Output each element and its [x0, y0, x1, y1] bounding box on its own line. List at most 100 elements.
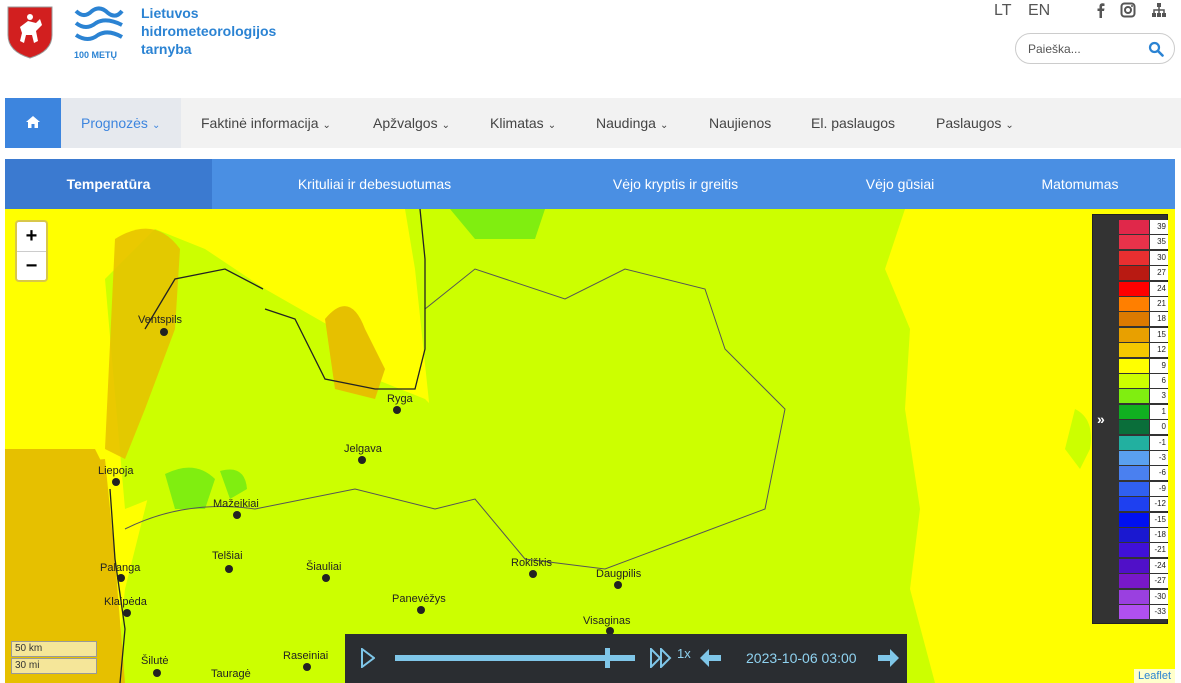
legend-value: -15 [1150, 512, 1168, 527]
legend-swatch [1119, 374, 1149, 388]
zoom-out-button[interactable]: − [17, 251, 46, 280]
site-brand[interactable]: Lietuvos hidrometeorologijos tarnyba [141, 4, 276, 58]
legend-swatch [1119, 497, 1149, 512]
legend-value: -12 [1150, 497, 1168, 512]
legend-value: 6 [1150, 374, 1168, 388]
tab-vejo-gusiai[interactable]: Vėjo gūsiai [825, 159, 975, 209]
lang-en-link[interactable]: EN [1028, 2, 1050, 20]
nav-item-naujienos[interactable]: Naujienos [709, 98, 771, 148]
nav-item-el-paslaugos[interactable]: El. paslaugos [811, 98, 895, 148]
legend-swatch [1119, 327, 1149, 342]
tab-krituliai-ir-debesuotumas[interactable]: Krituliai ir debesuotumas [237, 159, 512, 209]
legend-value: 12 [1150, 343, 1168, 358]
city-marker [322, 574, 330, 582]
facebook-icon[interactable] [1093, 2, 1109, 18]
legend-swatch [1119, 574, 1149, 589]
search-icon[interactable] [1148, 41, 1164, 57]
nav-item-klimatas[interactable]: Klimatas ⌄ [490, 98, 556, 148]
temperature-map[interactable]: + − Ventspils Ryga Jelgava Liepoja Mažei… [5, 209, 1175, 683]
tab-vejo-kryptis-ir-greitis[interactable]: Vėjo kryptis ir greitis [553, 159, 798, 209]
sitemap-icon[interactable] [1151, 2, 1167, 18]
legend-value: 9 [1150, 358, 1168, 373]
nav-item-naudinga[interactable]: Naudinga ⌄ [596, 98, 668, 148]
chevron-down-icon: ⌄ [151, 120, 161, 131]
chevron-down-icon: ⌄ [322, 120, 331, 131]
city-marker [160, 328, 168, 336]
city-marker [614, 581, 622, 589]
city-label: Visaginas [583, 615, 631, 627]
legend-value: 24 [1150, 281, 1168, 296]
legend-value: -9 [1150, 481, 1168, 496]
nav-item-label: Paslaugos [936, 115, 1002, 131]
logo-caption: 100 METŲ [74, 50, 117, 60]
legend-swatch [1119, 512, 1149, 527]
legend-swatch [1119, 589, 1149, 604]
legend-swatch [1119, 235, 1149, 250]
previous-step-icon[interactable] [699, 648, 723, 668]
legend-value: -18 [1150, 528, 1168, 542]
scale-bar-mi: 30 mi [11, 658, 97, 674]
legend-swatch [1119, 266, 1149, 281]
timeline-slider-track[interactable] [395, 655, 635, 661]
legend-swatch [1119, 312, 1149, 327]
city-marker [393, 406, 401, 414]
brand-line-2: hidrometeorologijos [141, 23, 277, 39]
forecast-tabs: Temperatūra Krituliai ir debesuotumas Vė… [5, 159, 1175, 209]
city-marker [117, 574, 125, 582]
playback-speed[interactable]: 1x [677, 646, 691, 661]
city-marker [358, 456, 366, 464]
legend-value: -24 [1150, 558, 1168, 573]
legend-swatch [1119, 389, 1149, 404]
timeline-slider-handle[interactable] [605, 648, 610, 668]
fast-forward-icon[interactable] [650, 648, 672, 668]
nav-item-paslaugos[interactable]: Paslaugos ⌄ [936, 98, 1014, 148]
city-label: Šiauliai [306, 561, 342, 573]
tab-matomumas[interactable]: Matomumas [1015, 159, 1145, 209]
city-label: Raseiniai [283, 650, 329, 662]
legend-swatch [1119, 358, 1149, 373]
nav-item-label: Prognozės [81, 115, 148, 131]
leaflet-attribution-link[interactable]: Leaflet [1133, 669, 1175, 683]
lhmt-logo-icon: 100 METŲ [74, 6, 124, 60]
nav-item-faktine-informacija[interactable]: Faktinė informacija ⌄ [201, 98, 331, 148]
lithuania-coat-of-arms-icon [7, 6, 53, 59]
play-icon[interactable] [361, 648, 375, 668]
legend-swatch [1119, 220, 1149, 234]
legend-swatch [1119, 281, 1149, 296]
lang-lt-link[interactable]: LT [994, 2, 1011, 20]
chevron-down-icon: ⌄ [1005, 120, 1014, 131]
brand-line-3: tarnyba [141, 41, 192, 57]
timeline-player: 1x 2023-10-06 03:00 [345, 634, 907, 683]
city-marker [303, 663, 311, 671]
nav-item-label: Apžvalgos [373, 115, 438, 131]
search-input[interactable] [1028, 40, 1146, 58]
nav-item-apzvalgos[interactable]: Apžvalgos ⌄ [373, 98, 450, 148]
site-header: 100 METŲ Lietuvos hidrometeorologijos ta… [0, 0, 1181, 98]
home-button[interactable] [5, 98, 61, 148]
legend-swatch [1119, 558, 1149, 573]
legend-swatch [1119, 420, 1149, 435]
legend-swatch [1119, 343, 1149, 358]
city-marker [123, 609, 131, 617]
city-label: Palanga [100, 562, 141, 574]
timeline-timestamp: 2023-10-06 03:00 [746, 650, 857, 666]
chevron-right-icon[interactable]: » [1097, 411, 1105, 427]
next-step-icon[interactable] [876, 648, 900, 668]
legend-value: 27 [1150, 266, 1168, 281]
city-marker [417, 606, 425, 614]
legend-value: -3 [1150, 451, 1168, 465]
zoom-control: + − [15, 220, 48, 282]
legend-value: 18 [1150, 312, 1168, 327]
city-label: Daugpilis [596, 568, 642, 580]
main-nav: Prognozės ⌄ Faktinė informacija ⌄ Apžvalgo… [5, 98, 1181, 148]
instagram-icon[interactable] [1120, 2, 1136, 18]
legend-swatch [1119, 435, 1149, 450]
legend-value: -6 [1150, 466, 1168, 481]
city-label: Klaipėda [104, 596, 147, 608]
nav-item-prognozes[interactable]: Prognozės ⌄ [61, 98, 181, 148]
zoom-in-button[interactable]: + [17, 222, 46, 251]
legend-value: 1 [1150, 404, 1168, 419]
tab-temperatura[interactable]: Temperatūra [5, 159, 212, 209]
city-label: Rokiškis [511, 557, 552, 569]
legend-value: 21 [1150, 297, 1168, 311]
